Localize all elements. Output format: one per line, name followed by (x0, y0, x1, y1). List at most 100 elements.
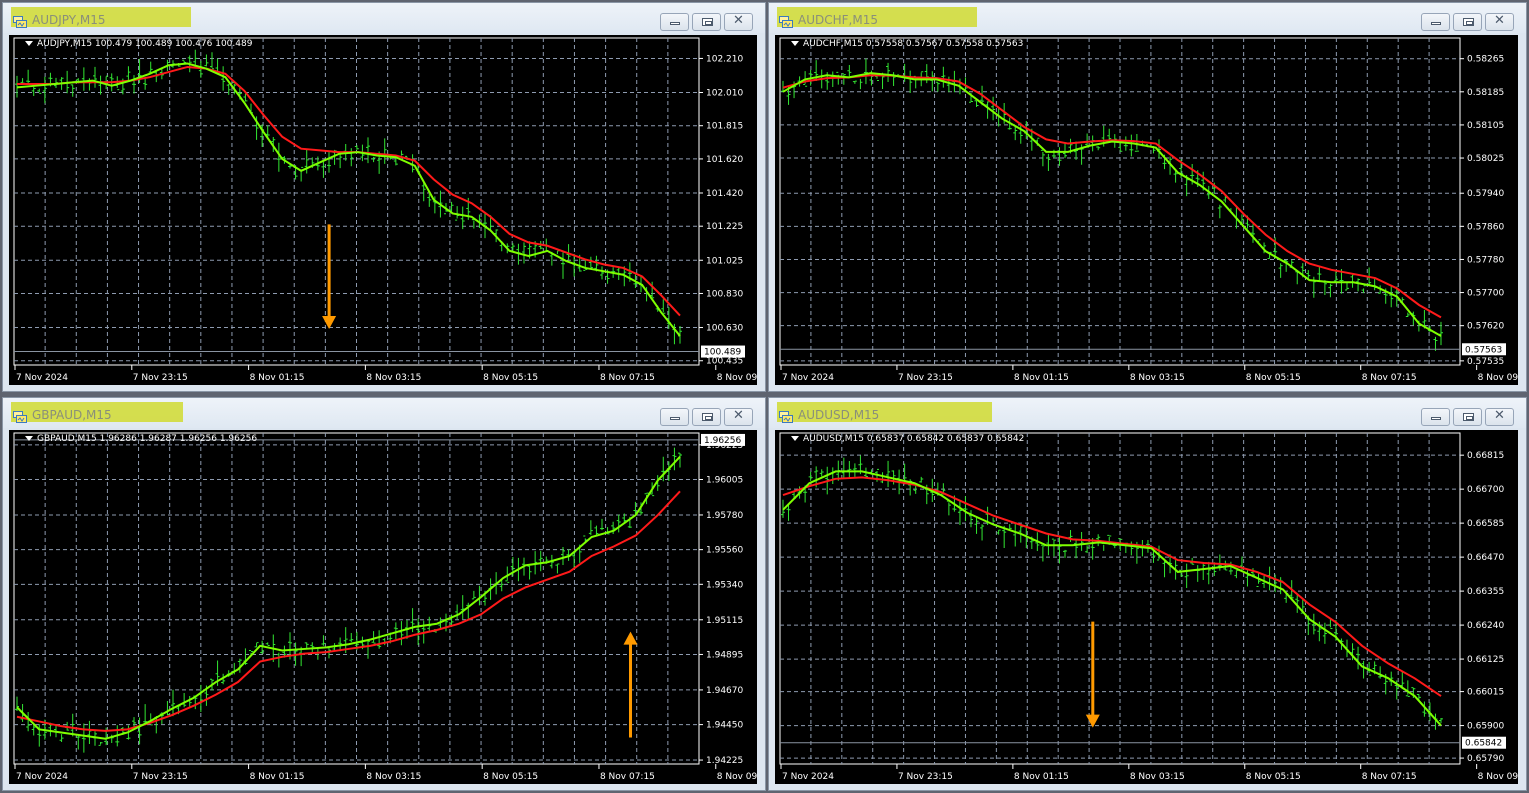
price-bar (254, 642, 259, 648)
price-bar (661, 456, 666, 482)
slow-ma-line (17, 65, 681, 317)
maximize-button[interactable] (692, 408, 721, 426)
price-bar (210, 52, 214, 70)
price-bar (880, 472, 885, 484)
price-bar (471, 218, 476, 229)
price-bar (600, 518, 604, 531)
chart-window-audusd[interactable]: AUDUSD,M15 ✕ 0.66815 0.66700 0.66585 0.66470 0… (768, 397, 1527, 791)
price-label: 0.58185 (1467, 88, 1504, 98)
price-bar (985, 101, 990, 119)
price-bar (304, 642, 309, 649)
dropdown-triangle-icon[interactable] (25, 41, 33, 46)
time-label: 7 Nov 23:15 (898, 772, 953, 782)
price-bar (354, 145, 359, 150)
price-bar (377, 630, 382, 649)
time-label: 8 Nov 01:15 (1014, 373, 1069, 383)
window-titlebar[interactable]: AUDCHF,M15 ✕ (769, 3, 1526, 33)
price-bar (561, 252, 565, 279)
price-bar (957, 500, 962, 526)
price-bar (1217, 204, 1222, 219)
price-chart[interactable]: 102.210 102.010 101.815 101.620 101.420 101.2… (9, 35, 757, 385)
close-button[interactable]: ✕ (1485, 408, 1514, 426)
minimize-button[interactable] (660, 408, 689, 426)
time-label: 8 Nov 07:15 (600, 772, 655, 782)
price-bar (863, 58, 868, 85)
window-titlebar[interactable]: AUDJPY,M15 ✕ (3, 3, 765, 33)
price-bar (31, 86, 36, 96)
price-bar (969, 510, 973, 528)
chart-window-audjpy[interactable]: AUDJPY,M15 ✕ 102.210 102.010 101.815 101.620 1… (2, 2, 766, 392)
close-button[interactable]: ✕ (724, 13, 753, 31)
maximize-button[interactable] (1453, 408, 1482, 426)
time-label: 7 Nov 2024 (16, 772, 68, 782)
maximize-button[interactable] (1453, 13, 1482, 31)
price-label: 100.830 (706, 289, 743, 299)
maximize-button[interactable] (692, 13, 721, 31)
price-bar (276, 650, 281, 668)
price-bar (1378, 666, 1383, 679)
price-bar (974, 100, 979, 107)
minimize-button[interactable] (660, 13, 689, 31)
price-label: 0.65790 (1467, 754, 1504, 764)
price-label: 0.66815 (1467, 451, 1504, 461)
slow-ma-line (16, 490, 681, 732)
price-bar (1134, 134, 1139, 152)
dropdown-triangle-icon[interactable] (25, 436, 33, 441)
price-bar (980, 524, 985, 541)
price-chart[interactable]: 0.58265 0.58185 0.58105 0.58025 0.57940 0.578… (775, 35, 1518, 385)
minimize-button[interactable] (1421, 13, 1450, 31)
price-bar (588, 520, 593, 536)
window-titlebar[interactable]: GBPAUD,M15 ✕ (3, 398, 765, 428)
price-bar (841, 457, 846, 478)
time-label: 7 Nov 23:15 (133, 373, 188, 383)
price-bar (1328, 283, 1333, 298)
close-icon: ✕ (1494, 13, 1505, 28)
price-bar (1129, 134, 1134, 157)
time-label: 8 Nov 09:15 (1478, 373, 1518, 383)
chart-window-gbpaud[interactable]: GBPAUD,M15✕1.962251.960051.957801.955601… (2, 397, 766, 791)
maximize-icon (1463, 413, 1474, 421)
time-label: 8 Nov 05:15 (483, 373, 538, 383)
price-bar (830, 71, 835, 88)
price-bar (974, 517, 979, 534)
price-label: 1.96005 (706, 475, 743, 485)
price-label: 0.57780 (1467, 255, 1504, 265)
maximize-icon (1463, 18, 1474, 26)
price-bar (1322, 622, 1327, 644)
close-button[interactable]: ✕ (1485, 13, 1514, 31)
arrow-up-icon (623, 631, 638, 645)
price-bar (399, 621, 404, 646)
price-bar (1356, 646, 1361, 670)
time-label: 7 Nov 2024 (782, 373, 834, 383)
price-bar (527, 565, 532, 580)
price-bar (781, 80, 785, 92)
dropdown-triangle-icon[interactable] (791, 436, 799, 441)
price-bar (198, 60, 203, 78)
price-bar (847, 461, 852, 478)
price-bar (841, 73, 846, 85)
symbol-info: AUDCHF,M15 0.57558 0.57567 0.57558 0.575… (791, 39, 1023, 49)
price-bar (1345, 282, 1349, 291)
close-button[interactable]: ✕ (724, 408, 753, 426)
price-bar (371, 631, 376, 644)
price-bar (1278, 263, 1283, 278)
price-bar (393, 622, 398, 639)
chart-window-audchf[interactable]: AUDCHF,M15 ✕ 0.58265 0.58185 0.58105 0.58025 0… (768, 2, 1527, 392)
dropdown-triangle-icon[interactable] (791, 41, 799, 46)
price-label: 0.66470 (1467, 553, 1504, 563)
price-bar (1063, 142, 1067, 159)
minimize-button[interactable] (1421, 408, 1450, 426)
price-chart[interactable]: 0.66815 0.66700 0.66585 0.66470 0.66355 0.662… (775, 430, 1518, 784)
price-bar (1090, 135, 1095, 152)
price-bar (991, 96, 996, 121)
price-bar (510, 243, 515, 252)
price-bar (338, 154, 343, 169)
price-label: 0.57535 (1467, 357, 1504, 367)
price-label: 101.620 (706, 155, 743, 165)
window-titlebar[interactable]: AUDUSD,M15 ✕ (769, 398, 1526, 428)
price-chart[interactable]: 1.962251.960051.957801.955601.953401.951… (9, 430, 757, 784)
time-label: 7 Nov 2024 (16, 373, 68, 383)
price-bar (1046, 153, 1051, 172)
price-label: 1.94450 (706, 721, 743, 731)
chart-window-icon (779, 13, 793, 28)
